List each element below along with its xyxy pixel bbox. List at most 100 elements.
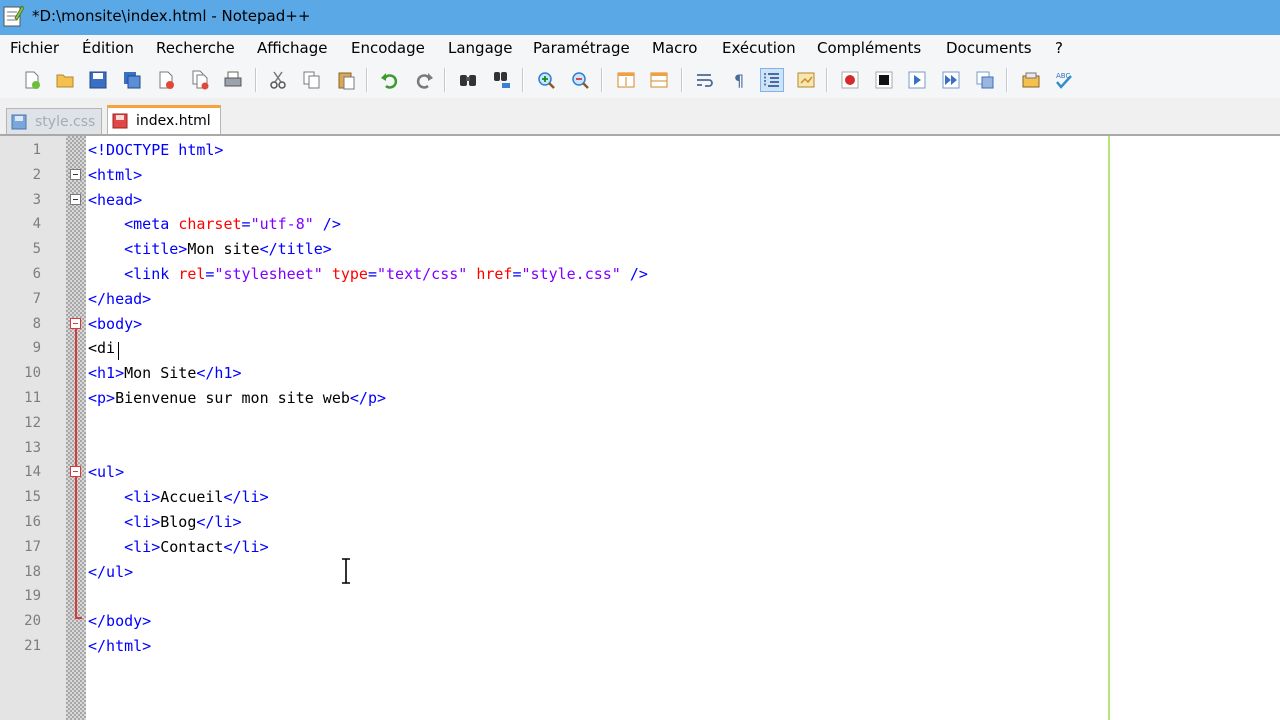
launch-browser-icon[interactable]: [1019, 68, 1043, 92]
line-content: </head>: [88, 287, 151, 311]
menu-documents[interactable]: Documents: [946, 39, 1032, 57]
code-line[interactable]: 7 </head>: [0, 287, 1280, 311]
tab-index-html[interactable]: index.html: [107, 105, 221, 134]
line-content: <p>Bienvenue sur mon site web</p>: [88, 386, 386, 410]
line-number: 18: [24, 563, 41, 580]
code-token: </ul>: [88, 562, 134, 581]
line-number: 6: [32, 266, 41, 282]
code-token: </html>: [88, 637, 152, 655]
menu-langage[interactable]: Langage: [448, 39, 513, 57]
sync-vertical-icon[interactable]: [614, 68, 638, 92]
indent-guide-icon[interactable]: [760, 68, 784, 92]
line-number: 15: [24, 489, 41, 506]
user-language-icon[interactable]: [794, 68, 818, 92]
code-token: Contact: [160, 537, 224, 556]
menu-recherche[interactable]: Recherche: [156, 39, 235, 57]
menu-edition[interactable]: Édition: [82, 39, 134, 57]
code-line[interactable]: 18 </ul>: [0, 560, 1280, 584]
sync-horizontal-icon[interactable]: [647, 68, 671, 92]
menu-macro[interactable]: Macro: [652, 39, 697, 57]
code-line[interactable]: 14 <ul>: [0, 460, 1280, 484]
toolbar-separator: [826, 68, 828, 92]
redo-icon[interactable]: [412, 68, 436, 92]
paste-icon[interactable]: [334, 68, 358, 92]
code-line[interactable]: 4 <meta charset="utf-8" />: [0, 212, 1280, 236]
code-line[interactable]: 11 <p>Bienvenue sur mon site web</p>: [0, 386, 1280, 410]
find-icon[interactable]: [456, 68, 480, 92]
menu-parametrage[interactable]: Paramétrage: [533, 39, 630, 57]
line-content: <ul>: [88, 460, 124, 484]
code-line[interactable]: 12: [0, 411, 1280, 435]
menu-encodage[interactable]: Encodage: [351, 39, 425, 57]
line-number: 5: [32, 241, 41, 258]
line-number: 7: [32, 290, 41, 307]
code-line[interactable]: 20 </body>: [0, 609, 1280, 633]
zoom-out-icon[interactable]: [568, 68, 592, 92]
code-token: "style.css": [521, 265, 621, 283]
menu-complements[interactable]: Compléments: [817, 39, 921, 57]
line-content: <head>: [88, 188, 142, 212]
code-line[interactable]: 2 <html>: [0, 163, 1280, 187]
replace-icon[interactable]: [490, 68, 514, 92]
word-wrap-icon[interactable]: [693, 68, 717, 92]
new-file-icon[interactable]: [20, 68, 44, 92]
code-line[interactable]: 9 <di: [0, 336, 1280, 360]
undo-icon[interactable]: [378, 68, 402, 92]
zoom-in-icon[interactable]: [534, 68, 558, 92]
save-all-icon[interactable]: [120, 68, 144, 92]
code-line[interactable]: 13: [0, 436, 1280, 460]
play-macro-icon[interactable]: [905, 68, 929, 92]
unsaved-file-icon: [112, 113, 128, 129]
save-icon[interactable]: [86, 68, 110, 92]
line-number: 16: [24, 514, 41, 530]
spell-check-icon[interactable]: ABC: [1052, 68, 1076, 92]
code-token: =: [512, 265, 522, 283]
line-content: </html>: [88, 634, 151, 658]
stop-recording-icon[interactable]: [872, 68, 896, 92]
code-line[interactable]: 17 <li>Contact</li>: [0, 535, 1280, 559]
cut-icon[interactable]: [266, 68, 290, 92]
save-macro-icon[interactable]: [973, 68, 997, 92]
tab-label: index.html: [136, 113, 211, 129]
code-token: rel: [178, 265, 206, 283]
code-line[interactable]: 1 <!DOCTYPE html>: [0, 138, 1280, 162]
code-line[interactable]: 19: [0, 584, 1280, 608]
code-line[interactable]: 16 <li>Blog</li>: [0, 510, 1280, 534]
menu-affichage[interactable]: Affichage: [257, 39, 327, 57]
line-number: 11: [24, 390, 41, 406]
line-content: <li>Accueil</li>: [88, 485, 269, 509]
tab-style-css[interactable]: style.css: [6, 108, 102, 134]
copy-icon[interactable]: [300, 68, 324, 92]
menu-fichier[interactable]: Fichier: [10, 39, 59, 57]
code-line[interactable]: 8 <body>: [0, 312, 1280, 336]
line-number: 2: [32, 166, 41, 183]
close-all-icon[interactable]: [188, 68, 212, 92]
line-content: <html>: [88, 163, 142, 187]
toolbar-separator: [601, 68, 603, 92]
code-line[interactable]: 6 <link rel="stylesheet" type="text/css"…: [0, 262, 1280, 286]
record-macro-icon[interactable]: [838, 68, 862, 92]
menu-execution[interactable]: Exécution: [722, 39, 796, 57]
run-macro-multiple-icon[interactable]: [939, 68, 963, 92]
code-line[interactable]: 10 <h1>Mon Site</h1>: [0, 361, 1280, 385]
open-file-icon[interactable]: [53, 68, 77, 92]
tab-label: style.css: [35, 113, 96, 130]
line-number: 1: [32, 142, 41, 158]
editor[interactable]: 1 <!DOCTYPE html> 2 <html> 3 <head> 4 <meta ch…: [0, 136, 1280, 720]
line-number: 19: [24, 588, 41, 605]
code-line[interactable]: 15 <li>Accueil</li>: [0, 485, 1280, 509]
print-icon[interactable]: [221, 68, 245, 92]
menu-help[interactable]: ?: [1055, 39, 1063, 57]
show-all-characters-icon[interactable]: ¶: [727, 68, 751, 92]
code-line[interactable]: 21 </html>: [0, 634, 1280, 658]
line-content: <body>: [88, 312, 142, 336]
close-icon[interactable]: [154, 68, 178, 92]
code-line[interactable]: 5 <title>Mon site</title>: [0, 237, 1280, 261]
code-line[interactable]: 3 <head>: [0, 188, 1280, 212]
code-token: </title>: [259, 240, 332, 259]
